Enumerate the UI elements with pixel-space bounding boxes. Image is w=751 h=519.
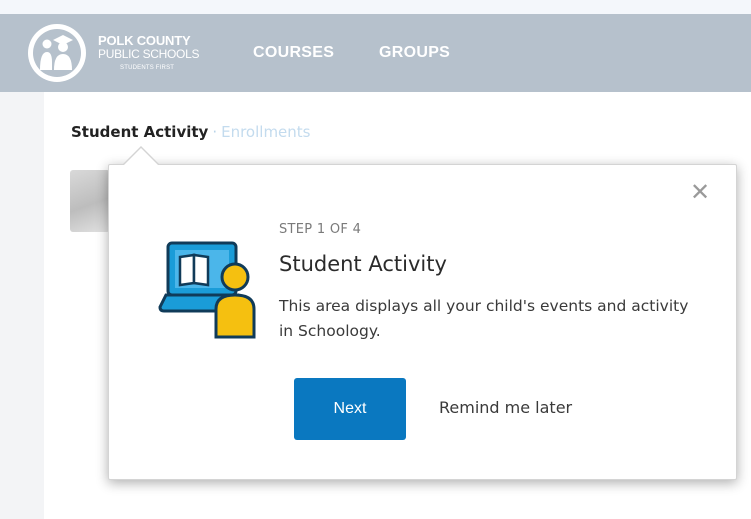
top-strip bbox=[0, 0, 751, 14]
tour-step-indicator: STEP 1 OF 4 bbox=[279, 222, 362, 237]
tour-title: Student Activity bbox=[279, 252, 447, 276]
activity-tabs: Student Activity · Enrollments bbox=[71, 123, 311, 141]
laptop-book-student-icon bbox=[158, 241, 256, 339]
tab-separator: · bbox=[212, 123, 218, 141]
remind-me-later-link[interactable]: Remind me later bbox=[439, 398, 572, 417]
tour-description: This area displays all your child's even… bbox=[279, 297, 689, 340]
tab-enrollments[interactable]: Enrollments bbox=[221, 123, 310, 141]
avatar bbox=[70, 170, 110, 232]
nav-groups[interactable]: GROUPS bbox=[379, 44, 450, 62]
tab-student-activity[interactable]: Student Activity bbox=[71, 123, 208, 141]
close-icon[interactable]: ✕ bbox=[690, 180, 710, 204]
logo-line-2: PUBLIC SCHOOLS bbox=[98, 47, 200, 61]
next-button[interactable]: Next bbox=[294, 378, 406, 440]
logo-tagline: STUDENTS FIRST bbox=[120, 65, 175, 71]
polk-schools-logo-icon[interactable] bbox=[26, 22, 88, 84]
district-logo-text: POLK COUNTY PUBLIC SCHOOLS STUDENTS FIRS… bbox=[98, 34, 199, 71]
logo-line-1: POLK COUNTY bbox=[98, 33, 191, 48]
nav-courses[interactable]: COURSES bbox=[253, 44, 334, 62]
top-nav-bar: POLK COUNTY PUBLIC SCHOOLS STUDENTS FIRS… bbox=[0, 14, 751, 92]
popover-arrow bbox=[123, 148, 159, 166]
